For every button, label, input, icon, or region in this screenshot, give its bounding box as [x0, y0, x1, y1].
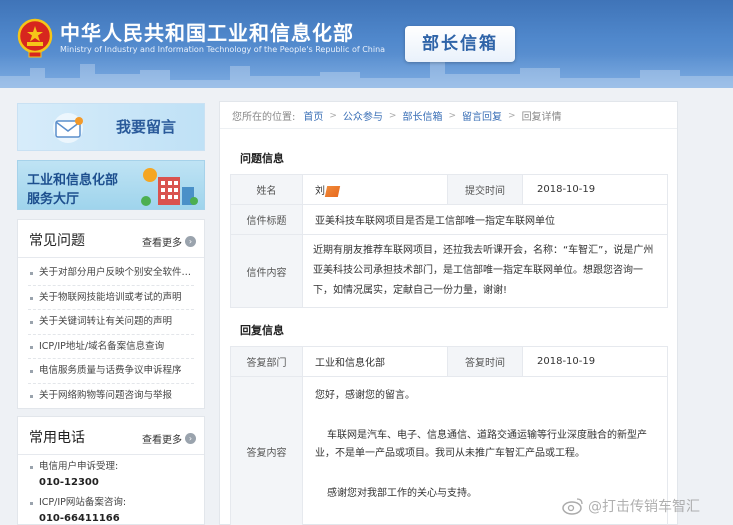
faq-more-label: 查看更多: [142, 238, 182, 249]
minister-mailbox-tab[interactable]: 部长信箱: [405, 26, 515, 62]
subject-value: 亚美科技车联网项目是否是工信部唯一指定车联网单位: [302, 204, 668, 235]
faq-panel: 常见问题 查看更多 › 关于对部分用户反映个别安全软件存… 关于物联网技能培训或…: [17, 219, 205, 409]
question-table: 姓名 刘 提交时间 2018-10-19 信件标题 亚美科技车联网项目是否是工信…: [230, 174, 668, 308]
breadcrumb-prefix: 您所在的位置:: [232, 112, 296, 123]
weibo-logo-icon: [562, 498, 583, 515]
table-row: 答复部门 工业和信息化部 答复时间 2018-10-19: [230, 346, 668, 377]
chevron-right-icon: ›: [185, 433, 196, 444]
site-subtitle: Ministry of Industry and Information Tec…: [60, 45, 386, 54]
phone-number: 010-66411166: [39, 513, 120, 524]
service-hall-line1: 工业和信息化部: [27, 173, 119, 188]
skyline-decoration: [0, 62, 733, 88]
phone-label: 电信用户申诉受理:: [39, 461, 119, 472]
phone-entry: 电信用户申诉受理: 010-12300: [28, 459, 194, 491]
breadcrumb-replies[interactable]: 留言回复: [462, 108, 502, 123]
content-value: 近期有朋友推荐车联网项目，还拉我去听课开会，名称：“车智汇”，说是广州亚美科技公…: [302, 234, 668, 308]
reply-content-label: 答复内容: [230, 376, 303, 525]
breadcrumb-separator-icon: >: [388, 110, 397, 121]
faq-title: 常见问题: [29, 233, 85, 249]
chevron-right-icon: ›: [185, 236, 196, 247]
phone-number: 010-12300: [39, 477, 99, 488]
building-icon: [141, 168, 198, 206]
reply-section-title: 回复信息: [240, 324, 284, 337]
reply-dept-label: 答复部门: [230, 346, 303, 377]
leave-message-banner[interactable]: 我要留言: [17, 103, 205, 151]
faq-more-link[interactable]: 查看更多 ›: [142, 234, 196, 249]
table-row: 信件标题 亚美科技车联网项目是否是工信部唯一指定车联网单位: [230, 204, 668, 235]
breadcrumb-public-participation[interactable]: 公众参与: [343, 108, 383, 123]
faq-header: 常见问题 查看更多 ›: [18, 220, 204, 258]
reply-dept-value: 工业和信息化部: [302, 346, 448, 377]
subject-label: 信件标题: [230, 204, 303, 235]
redaction-mark: [324, 185, 341, 197]
watermark: @打击传销车智汇: [562, 496, 700, 516]
table-row: 姓名 刘 提交时间 2018-10-19: [230, 174, 668, 205]
reply-paragraph: 您好，感谢您的留言。: [315, 390, 415, 401]
faq-item[interactable]: 关于关键词转让有关问题的声明: [28, 310, 194, 335]
question-section-title: 问题信息: [240, 152, 284, 165]
submit-time-value: 2018-10-19: [522, 174, 668, 205]
name-value: 刘: [315, 186, 325, 197]
table-row: 信件内容 近期有朋友推荐车联网项目，还拉我去听课开会，名称：“车智汇”，说是广州…: [230, 234, 668, 308]
faq-item[interactable]: 关于物联网技能培训或考试的声明: [28, 286, 194, 310]
service-hall-line2: 服务大厅: [27, 192, 80, 207]
faq-item[interactable]: ICP/IP地址/域名备案信息查询: [28, 335, 194, 359]
breadcrumb-minister-mailbox[interactable]: 部长信箱: [402, 108, 442, 123]
submit-time-label: 提交时间: [447, 174, 523, 205]
site-header: 中华人民共和国工业和信息化部 Ministry of Industry and …: [0, 0, 733, 88]
name-cell: 刘: [302, 174, 448, 205]
phones-title: 常用电话: [29, 430, 85, 446]
faq-item[interactable]: 关于对部分用户反映个别安全软件存…: [28, 261, 194, 286]
watermark-text: @打击传销车智汇: [588, 499, 700, 515]
breadcrumb-separator-icon: >: [329, 110, 337, 121]
faq-item[interactable]: 电信服务质量与话费争议申诉程序: [28, 359, 194, 384]
letter-detail-panel: 您所在的位置: 首页 > 公众参与 > 部长信箱 > 留言回复 > 回复详情 问…: [219, 101, 678, 525]
content-label: 信件内容: [230, 234, 303, 308]
service-hall-banner[interactable]: 工业和信息化部 服务大厅: [17, 160, 205, 210]
phone-list: 电信用户申诉受理: 010-12300 ICP/IP网站备案咨询: 010-66…: [18, 455, 204, 525]
phones-panel: 常用电话 查看更多 › 电信用户申诉受理: 010-12300 ICP/IP网站…: [17, 416, 205, 525]
envelope-icon: [53, 113, 83, 143]
reply-time-label: 答复时间: [447, 346, 523, 377]
reply-paragraph: 车联网是汽车、电子、信息通信、道路交通运输等行业深度融合的新型产业，不是单一产品…: [315, 430, 647, 459]
faq-item[interactable]: 关于网络购物等问题咨询与举报: [28, 384, 194, 409]
reply-time-value: 2018-10-19: [522, 346, 668, 377]
breadcrumb-separator-icon: >: [448, 110, 457, 121]
site-title: 中华人民共和国工业和信息化部: [60, 21, 354, 45]
breadcrumb-home[interactable]: 首页: [303, 108, 323, 123]
breadcrumb-divider: [220, 128, 677, 129]
breadcrumb-separator-icon: >: [508, 110, 516, 121]
phones-more-link[interactable]: 查看更多 ›: [142, 431, 196, 446]
phones-header: 常用电话 查看更多 ›: [18, 417, 204, 455]
breadcrumb-current: 回复详情: [521, 112, 562, 123]
phone-entry: ICP/IP网站备案咨询: 010-66411166: [28, 495, 194, 525]
phone-label: ICP/IP网站备案咨询:: [39, 497, 127, 508]
name-label: 姓名: [230, 174, 303, 205]
breadcrumb: 您所在的位置: 首页 > 公众参与 > 部长信箱 > 留言回复 > 回复详情: [232, 108, 562, 124]
national-emblem-icon: [17, 18, 53, 58]
phones-more-label: 查看更多: [142, 435, 182, 446]
leave-message-label: 我要留言: [116, 118, 177, 136]
faq-list: 关于对部分用户反映个别安全软件存… 关于物联网技能培训或考试的声明 关于关键词转…: [18, 258, 204, 408]
